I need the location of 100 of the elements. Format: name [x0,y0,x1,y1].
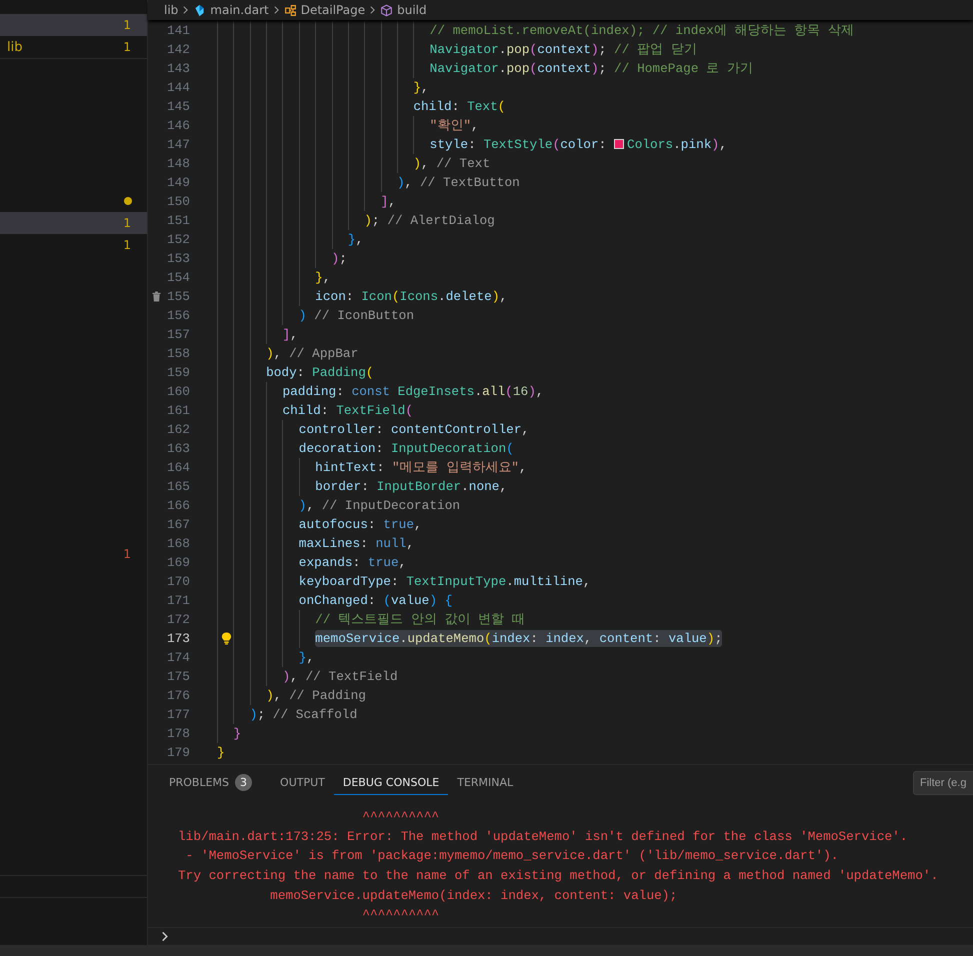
code-line: style: TextStyle(color: Colors.pink), [217,135,727,154]
code-line: autofocus: true, [217,515,422,534]
line-number: 151 [166,213,190,228]
line-number: 179 [166,745,190,760]
console-line: Try correcting the name to the name of an existing method, or defining a method named 'updateMemo'. [178,867,940,886]
line-number: 152 [166,232,190,247]
filter-field[interactable]: Filter (e.g [913,770,973,794]
line-number: 156 [166,308,190,323]
explorer-row[interactable]: 1 [0,234,147,256]
line-number: 164 [166,460,190,475]
line-number: 159 [166,365,190,380]
line-number: 167 [166,517,190,532]
code-line: } [217,724,242,743]
line-number: 154 [166,270,190,285]
code-line: }, [217,78,429,97]
line-number: 175 [166,669,190,684]
panel-tab[interactable]: TERMINAL [448,770,522,794]
lightbulb-icon [221,632,232,645]
line-number: 169 [166,555,190,570]
chevron-right-icon [369,5,376,15]
line-number: 172 [166,612,190,627]
problem-count: 1 [123,18,131,32]
line-number: 160 [166,384,190,399]
line-number: 146 [166,118,190,133]
console-line: ^^^^^^^^^^ [361,808,440,826]
line-number: 157 [166,327,190,342]
problem-count: 1 [123,547,131,561]
line-number: 149 [166,175,190,190]
code-line: ), // AppBar [217,344,358,363]
line-number: 150 [166,194,190,209]
line-number: 177 [166,707,190,722]
code-line: memoService.updateMemo(index: index, content: value); [217,629,722,648]
chevron-right-icon [182,5,190,15]
code-line: Navigator.pop(context); // HomePage 로 가기 [217,59,753,78]
code-line: ], [217,325,298,344]
cube-icon [380,4,394,16]
problem-count: 1 [123,216,131,230]
line-number: 141 [166,23,190,38]
chevron-right-icon [272,5,280,15]
line-number: 174 [166,650,190,665]
line-number: 168 [166,536,190,551]
code-line: child: TextField( [217,401,414,420]
console-line: memoService.updateMemo(index: index, content: value); [269,886,678,905]
line-number: 162 [166,422,190,437]
explorer-row[interactable]: 1 [0,14,147,36]
line-number: 166 [166,498,190,513]
code-line: // 텍스트필드 안의 값이 변할 때 [217,610,525,629]
problems-count: 3 [235,774,252,791]
explorer-row[interactable]: 1 [0,212,147,234]
breadcrumb-item[interactable]: build [397,3,427,17]
code-line: child: Text( [217,97,506,116]
line-number: 178 [166,726,190,741]
code-line: ), // InputDecoration [217,496,460,515]
line-number: 171 [166,593,190,608]
console-line: - 'MemoService' is from 'package:mymemo/memo_service.dart' ('lib/memo_service.dart'). [184,847,840,866]
code-line: ), // TextButton [217,173,520,192]
line-number: 163 [166,441,190,456]
console-line: lib/main.dart:173:25: Error: The method 'updateMemo' isn't defined for the class 'MemoService'. [178,828,909,846]
dart-file-icon [193,4,206,16]
line-number: 142 [166,42,190,57]
code-line: ); [217,249,347,268]
explorer-row[interactable]: lib 1 [0,36,147,58]
code-line: // memoList.removeAt(index); // index에 해당하는 항목 삭제 [217,21,854,40]
code-line: }, [217,230,364,249]
line-number: 165 [166,479,190,494]
line-number: 153 [166,251,190,266]
panel-tab[interactable]: PROBLEMS 3 [160,770,262,794]
code-line: expands: true, [217,553,406,572]
code-line: }, [217,268,331,287]
breadcrumb-item[interactable]: lib [164,3,178,17]
code-line: keyboardType: TextInputType.multiline, [217,572,591,591]
line-number: 144 [166,80,190,95]
breadcrumb-item[interactable]: main.dart [210,3,269,17]
console-line: ^^^^^^^^^^ [361,906,440,924]
code-line: decoration: InputDecoration( [217,439,514,458]
trash-icon [152,291,160,302]
line-number: 170 [166,574,190,589]
code-line: padding: const EdgeInsets.all(16), [217,382,544,401]
line-number: 145 [166,99,190,114]
code-line: controller: contentController, [217,420,530,439]
code-line: hintText: "메모를 입력하세요", [217,458,527,477]
code-line: } [217,744,225,762]
code-line: ), // Text [217,154,490,173]
code-line: ) // IconButton [217,306,414,325]
line-number: 148 [166,156,190,171]
code-line: onChanged: (value) { [217,591,452,610]
code-line: ), // Padding [217,686,366,705]
line-number: 173 [166,631,190,646]
panel-tab[interactable]: DEBUG CONSOLE [334,770,448,794]
code-line: border: InputBorder.none, [217,477,508,496]
code-line: body: Padding( [217,363,374,382]
panel-tab[interactable]: OUTPUT [271,770,334,794]
problem-count: 1 [123,40,131,54]
code-line: ), // TextField [217,667,398,686]
breadcrumb-item[interactable]: DetailPage [300,3,366,17]
code-line: Navigator.pop(context); // 팝업 닫기 [217,40,697,59]
chevron-right-icon [161,931,169,942]
code-line: }, [217,648,314,667]
explorer-row[interactable]: 1 [0,543,147,565]
line-number: 147 [166,137,190,152]
